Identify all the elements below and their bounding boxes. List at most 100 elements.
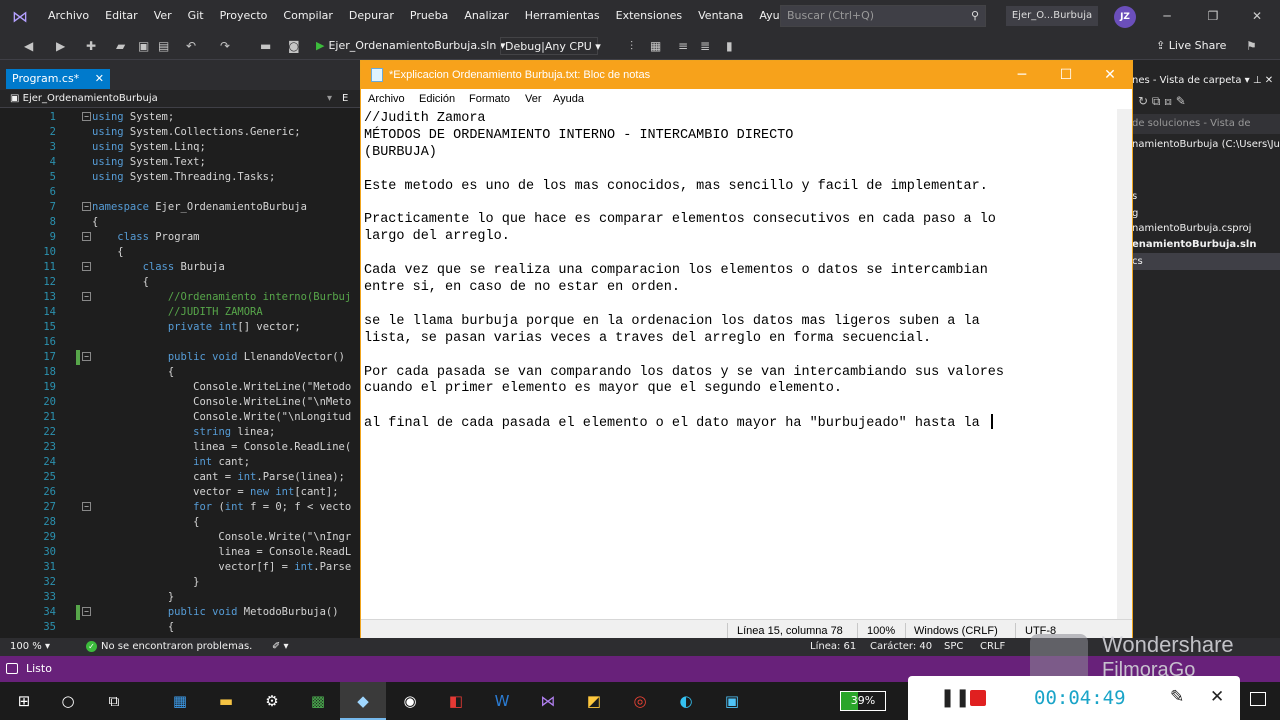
run-button[interactable]: ▶ Ejer_OrdenamientoBurbuja.sln ▾ [316, 36, 505, 56]
fold-toggle-icon[interactable]: − [82, 352, 91, 361]
menu-ver[interactable]: Ver [146, 0, 180, 32]
stop-icon[interactable] [970, 690, 986, 706]
menu-git[interactable]: Git [180, 0, 212, 32]
back-icon[interactable]: ◀ [24, 36, 33, 56]
menu-analizar[interactable]: Analizar [456, 0, 516, 32]
code-line[interactable]: 32 } [0, 575, 360, 590]
code-line[interactable]: 10 { [0, 245, 360, 260]
refresh-icon[interactable]: ↻ [1138, 94, 1148, 108]
outdent-icon[interactable]: ≣ [700, 36, 710, 56]
format-icon[interactable]: ⫶ [630, 36, 633, 56]
tab-program-cs[interactable]: Program.cs* ✕ [6, 69, 110, 89]
fold-toggle-icon[interactable]: − [82, 112, 91, 121]
fold-toggle-icon[interactable]: − [82, 262, 91, 271]
fold-toggle-icon[interactable]: − [82, 292, 91, 301]
fold-toggle-icon[interactable]: − [82, 232, 91, 241]
code-line[interactable]: 22 string linea; [0, 425, 360, 440]
code-line[interactable]: 26 vector = new int[cant]; [0, 485, 360, 500]
menu-extensiones[interactable]: Extensiones [608, 0, 691, 32]
chrome-icon[interactable]: ◎ [624, 686, 656, 716]
code-line[interactable]: 6 [0, 185, 360, 200]
brush-icon[interactable]: ✐ ▾ [272, 640, 289, 654]
code-line[interactable]: 33 } [0, 590, 360, 605]
notepad-text-area[interactable]: //Judith Zamora MÉTODOS DE ORDENAMIENTO I… [361, 109, 1117, 619]
code-line[interactable]: 9 − class Program [0, 230, 360, 245]
code-line[interactable]: 15 private int[] vector; [0, 320, 360, 335]
pen-icon[interactable]: ✎ [1170, 687, 1184, 707]
code-line[interactable]: 20 Console.WriteLine("\nMeto [0, 395, 360, 410]
fold-toggle-icon[interactable]: − [82, 202, 91, 211]
solution-name-badge[interactable]: Ejer_O...Burbuja [1006, 6, 1098, 26]
solution-explorer-header[interactable]: nes - Vista de carpeta ▾ ⊥ ✕ [1132, 72, 1280, 89]
code-line[interactable]: 7 − namespace Ejer_OrdenamientoBurbuja [0, 200, 360, 215]
word-icon[interactable]: W [486, 686, 518, 716]
new-item-icon[interactable]: ✚ [86, 36, 96, 56]
code-line[interactable]: 11 − class Burbuja [0, 260, 360, 275]
np-menu-ayuda[interactable]: Ayuda [553, 92, 584, 106]
code-line[interactable]: 1 − using System; [0, 110, 360, 125]
settings-icon[interactable]: ⚙ [256, 686, 288, 716]
bookmark-icon[interactable]: ▮ [726, 36, 733, 56]
vertical-scrollbar[interactable] [1117, 109, 1132, 619]
pin-icon[interactable]: ⊥ [1253, 75, 1262, 86]
battery-indicator[interactable]: 39% [840, 691, 886, 711]
edge-icon[interactable]: ◐ [670, 686, 702, 716]
code-line[interactable]: 13 − //Ordenamiento interno(Burbuj [0, 290, 360, 305]
solution-item[interactable]: s [1132, 188, 1280, 205]
code-line[interactable]: 5 using System.Threading.Tasks; [0, 170, 360, 185]
np-menu-ver[interactable]: Ver [525, 92, 542, 106]
fold-toggle-icon[interactable]: − [82, 607, 91, 616]
code-line[interactable]: 4 using System.Text; [0, 155, 360, 170]
type-dropdown[interactable]: E [342, 92, 348, 106]
pause-icon[interactable]: ❚❚ [940, 688, 970, 708]
code-line[interactable]: 28 { [0, 515, 360, 530]
windows-start-icon[interactable]: ⊞ [8, 686, 40, 716]
fold-toggle-icon[interactable]: − [82, 502, 91, 511]
code-line[interactable]: 24 int cant; [0, 455, 360, 470]
feedback-icon[interactable]: ⚑ [1246, 36, 1257, 56]
undo-icon[interactable]: ↶ [186, 36, 196, 56]
save-all-icon[interactable]: ▤ [158, 36, 169, 56]
solution-item[interactable]: namientoBurbuja (C:\Users\Judi [1132, 136, 1280, 153]
open-folder-icon[interactable]: ▰ [116, 36, 125, 56]
code-line[interactable]: 31 vector[f] = int.Parse [0, 560, 360, 575]
app-tools-icon[interactable]: ◩ [578, 686, 610, 716]
maximize-icon[interactable]: ❐ [1190, 0, 1236, 32]
np-menu-formato[interactable]: Formato [469, 92, 510, 106]
app-circle-icon[interactable]: ◉ [394, 686, 426, 716]
code-line[interactable]: 14 //JUDITH ZAMORA [0, 305, 360, 320]
editor-zoom-select[interactable]: 100 % ▾ [10, 640, 50, 654]
search-icon[interactable]: ○ [52, 686, 84, 716]
file-explorer-icon[interactable]: ▬ [210, 686, 242, 716]
user-avatar[interactable]: JZ [1114, 6, 1136, 28]
code-line[interactable]: 25 cant = int.Parse(linea); [0, 470, 360, 485]
pdf-reader-icon[interactable]: ◧ [440, 686, 472, 716]
configuration-select[interactable]: Debug|Any CPU ▾ [500, 37, 601, 55]
code-line[interactable]: 12 { [0, 275, 360, 290]
menu-archivo[interactable]: Archivo [40, 0, 97, 32]
code-line[interactable]: 16 [0, 335, 360, 350]
project-dropdown[interactable]: ▣ Ejer_OrdenamientoBurbuja ▾ [10, 92, 332, 106]
maximize-icon[interactable]: ☐ [1044, 61, 1088, 89]
minimize-icon[interactable]: ─ [1144, 0, 1190, 32]
code-line[interactable]: 27 − for (int f = 0; f < vecto [0, 500, 360, 515]
close-icon[interactable]: ✕ [1234, 0, 1280, 32]
solution-item-selected[interactable]: cs [1132, 253, 1280, 270]
code-line[interactable]: 8{ [0, 215, 360, 230]
settings-icon[interactable]: ✎ [1176, 94, 1186, 108]
folder-icon[interactable]: ▬ [260, 36, 271, 56]
tab-close-icon[interactable]: ✕ [95, 69, 104, 89]
solution-item[interactable]: namientoBurbuja.csproj [1132, 220, 1280, 237]
close-icon[interactable]: ✕ [1088, 61, 1132, 89]
code-line[interactable]: 29 Console.Write("\nIngr [0, 530, 360, 545]
screenshot-icon[interactable]: ◙ [288, 36, 300, 56]
notification-icon[interactable] [1250, 692, 1266, 706]
solution-item[interactable]: enamientoBurbuja.sln [1132, 236, 1280, 253]
app-icon[interactable]: ▩ [302, 686, 334, 716]
solution-search-input[interactable]: de soluciones - Vista de [1132, 114, 1280, 134]
live-share-button[interactable]: ⇪ Live Share [1156, 36, 1226, 56]
code-line[interactable]: 35 { [0, 620, 360, 635]
code-line[interactable]: 2 using System.Collections.Generic; [0, 125, 360, 140]
close-icon[interactable]: ✕ [1210, 687, 1224, 707]
code-line[interactable]: 23 linea = Console.ReadLine( [0, 440, 360, 455]
